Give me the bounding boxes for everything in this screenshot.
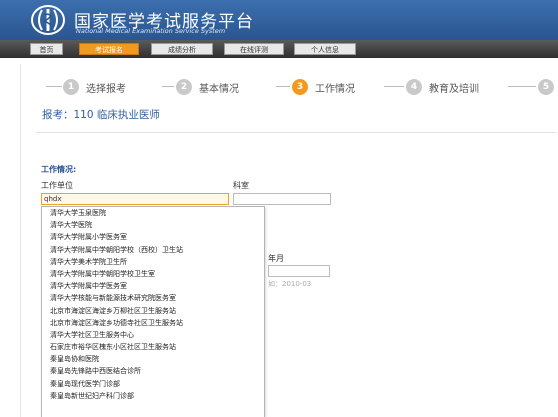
progress-stepper: 1 选择报考 2 基本情况 3 工作情况 4 教育及培训 5: [0, 72, 558, 102]
site-subtitle: National Medical Examination Service Sys…: [76, 27, 226, 35]
step-label: 工作情况: [315, 83, 355, 95]
autocomplete-option[interactable]: 清华大学玉泉医院: [42, 207, 264, 219]
step-5[interactable]: 5: [538, 78, 554, 96]
step-number: 2: [176, 79, 192, 95]
autocomplete-option[interactable]: 北京市海淀区海淀乡万柳社区卫生服务站: [42, 305, 264, 317]
step-basic-info[interactable]: 2 基本情况: [176, 78, 239, 96]
step-connector: [46, 86, 62, 87]
autocomplete-option[interactable]: 秦皇岛新世纪妇产科门诊部: [42, 390, 264, 402]
main-nav: 首页 考试报名 成绩分析 在线评测 个人信息: [0, 40, 558, 58]
step-number: 3: [292, 79, 308, 95]
work-unit-label: 工作单位: [41, 181, 73, 190]
autocomplete-option[interactable]: 清华大学附属小学医务室: [42, 231, 264, 243]
step-connector: [276, 86, 290, 87]
autocomplete-dropdown: 清华大学玉泉医院 清华大学医院 清华大学附属小学医务室 清华大学附属中学朝阳学校（西校…: [41, 206, 265, 417]
autocomplete-option[interactable]: 清华大学医院: [42, 219, 264, 231]
step-connector: [384, 86, 404, 87]
autocomplete-option[interactable]: 秦皇岛先锋路中西医结合诊所: [42, 365, 264, 377]
step-select-exam[interactable]: 1 选择报考: [63, 78, 126, 96]
autocomplete-option[interactable]: 秦皇岛现代医学门诊部: [42, 378, 264, 390]
step-work-info[interactable]: 3 工作情况: [292, 78, 355, 96]
autocomplete-option[interactable]: 清华大学社区卫生服务中心: [42, 329, 264, 341]
autocomplete-option[interactable]: 北京市海淀区海淀乡功德寺社区卫生服务站: [42, 317, 264, 329]
work-date-input[interactable]: [268, 265, 330, 277]
exam-title: 报考：110 临床执业医师: [42, 109, 160, 121]
work-unit-input[interactable]: qhdx: [41, 193, 229, 205]
step-label: 教育及培训: [429, 83, 479, 95]
step-number: 4: [406, 79, 422, 95]
autocomplete-option[interactable]: 清华大学美术学院卫生所: [42, 256, 264, 268]
nav-online-assessment[interactable]: 在线评测: [224, 43, 284, 55]
autocomplete-option[interactable]: 清华大学核能与新能源技术研究院医务室: [42, 292, 264, 304]
step-label: 选择报考: [86, 83, 126, 95]
work-date-label: 年月: [268, 254, 284, 263]
nav-personal-info[interactable]: 个人信息: [294, 43, 356, 55]
department-input[interactable]: [233, 193, 331, 205]
step-education[interactable]: 4 教育及培训: [406, 78, 479, 96]
step-connector: [508, 86, 536, 87]
autocomplete-option[interactable]: 清华大学附属中学医务室: [42, 280, 264, 292]
nav-home[interactable]: 首页: [30, 43, 63, 55]
autocomplete-option[interactable]: 清华大学附属中学朝阳学校卫生室: [42, 268, 264, 280]
autocomplete-option[interactable]: 石家庄市裕华区槐东小区社区卫生服务站: [42, 341, 264, 353]
nav-score-analysis[interactable]: 成绩分析: [151, 43, 213, 55]
autocomplete-option[interactable]: 秦皇岛协和医院: [42, 353, 264, 365]
department-label: 科室: [233, 181, 249, 190]
step-number: 5: [538, 79, 554, 95]
divider: [36, 132, 556, 133]
step-connector: [162, 86, 174, 87]
work-section-title: 工作情况:: [41, 165, 77, 174]
logo-icon: [31, 5, 65, 35]
step-label: 基本情况: [199, 83, 239, 95]
step-number: 1: [63, 79, 79, 95]
autocomplete-option[interactable]: 清华大学附属中学朝阳学校（西校）卫生站: [42, 244, 264, 256]
nav-exam-registration[interactable]: 考试报名: [79, 43, 139, 55]
work-date-hint: 如：2010-03: [268, 280, 312, 288]
site-header: 国家医学考试服务平台 National Medical Examination …: [0, 0, 558, 40]
